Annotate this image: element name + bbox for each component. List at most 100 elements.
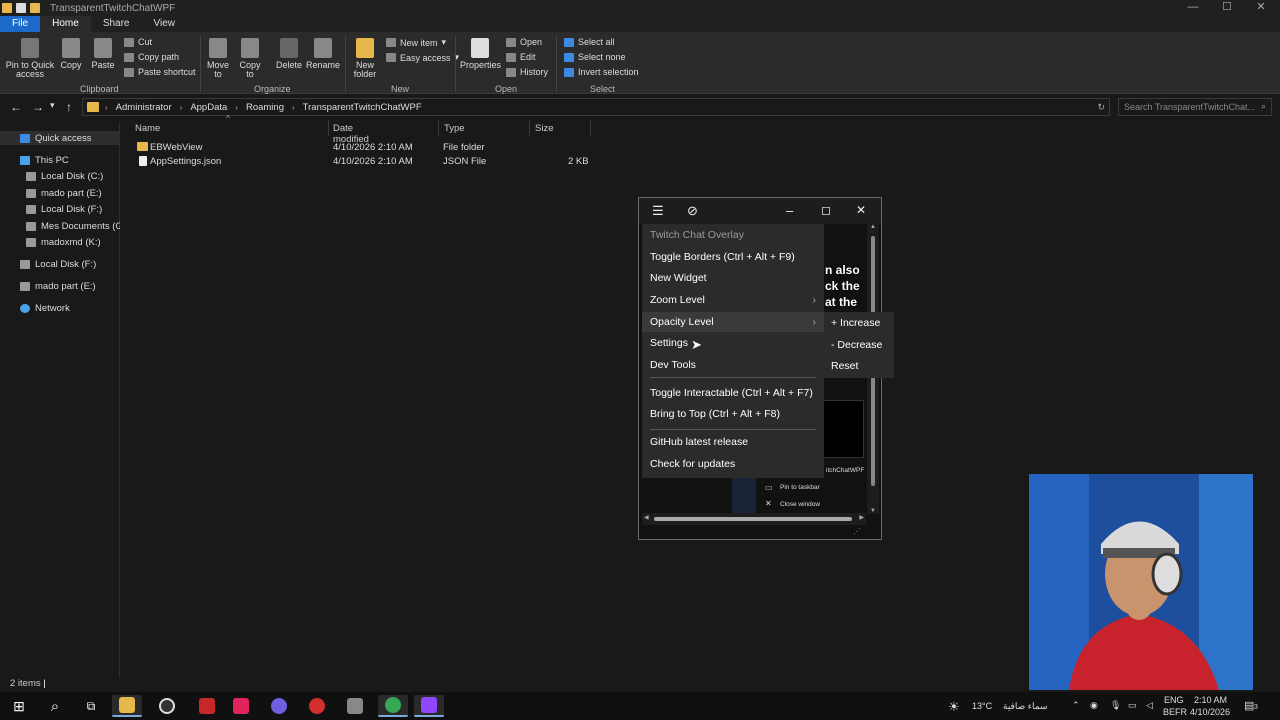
scroll-right-icon[interactable]: ▶ — [859, 514, 864, 521]
menu-item-bring-to-top[interactable]: Bring to Top (Ctrl + Alt + F8) — [642, 404, 824, 424]
column-header-name[interactable]: Name — [135, 123, 160, 134]
submenu-item-reset[interactable]: Reset — [824, 356, 894, 376]
tab-file[interactable]: File — [0, 16, 41, 32]
menu-item-zoom-level[interactable]: Zoom Level › — [642, 290, 824, 310]
weather-temp[interactable]: 13°C — [972, 701, 992, 711]
cut-button[interactable]: Cut — [124, 37, 152, 47]
weather-text[interactable]: سماء صافية — [1003, 701, 1047, 712]
tab-share[interactable]: Share — [91, 16, 142, 32]
resize-grip-icon[interactable]: ⋰ — [853, 527, 861, 536]
taskbar-app-5[interactable] — [302, 695, 332, 717]
breadcrumb-item[interactable]: Roaming — [246, 102, 284, 113]
copy-button[interactable]: Copy — [58, 38, 84, 70]
table-row[interactable]: EBWebView 4/10/2026 2:10 AM File folder — [134, 141, 594, 155]
sidebar-item-disk-c[interactable]: Local Disk (C:) — [26, 171, 103, 182]
sidebar-item-this-pc[interactable]: This PC — [20, 155, 69, 166]
properties-icon[interactable] — [16, 3, 26, 13]
close-icon[interactable]: ✕ — [856, 203, 866, 217]
recent-locations-icon[interactable]: ▾ — [50, 100, 55, 111]
column-header-type[interactable]: Type — [444, 123, 465, 134]
close-button[interactable]: ✕ — [1244, 0, 1278, 16]
clock-date[interactable]: 4/10/2026 — [1190, 707, 1230, 717]
minimize-icon[interactable]: – — [786, 203, 793, 218]
easy-access-button[interactable]: Easy access ▾ — [386, 52, 459, 63]
menu-item-dev-tools[interactable]: Dev Tools — [642, 355, 824, 375]
sidebar-item-quick-access[interactable]: Quick access — [0, 131, 120, 145]
volume-icon[interactable]: ◁ — [1146, 700, 1153, 711]
new-item-button[interactable]: New item ▾ — [386, 37, 446, 48]
horizontal-scrollbar[interactable]: ◀ ▶ — [642, 513, 866, 525]
scroll-thumb[interactable] — [654, 517, 852, 521]
properties-button[interactable]: Properties — [460, 38, 501, 70]
language-indicator[interactable]: ENG — [1164, 695, 1184, 705]
sidebar-item-disk-e[interactable]: mado part (E:) — [26, 188, 102, 199]
edit-button[interactable]: Edit — [506, 52, 536, 62]
minimize-button[interactable]: — — [1176, 0, 1210, 16]
weather-icon[interactable]: ☀ — [948, 699, 960, 715]
scroll-up-icon[interactable]: ▲ — [870, 224, 876, 230]
pin-to-taskbar-item[interactable]: Pin to taskbar — [780, 484, 820, 491]
notification-icon[interactable]: ▤ — [1244, 699, 1254, 712]
taskbar-chrome[interactable] — [378, 695, 408, 717]
clock-time[interactable]: 2:10 AM — [1194, 695, 1227, 705]
maximize-icon[interactable]: ◻ — [821, 203, 831, 217]
table-row[interactable]: AppSettings.json 4/10/2026 2:10 AM JSON … — [134, 155, 594, 169]
new-folder-icon[interactable] — [30, 3, 40, 13]
breadcrumb-item[interactable]: TransparentTwitchChatWPF — [303, 102, 422, 113]
scroll-down-icon[interactable]: ▼ — [870, 508, 876, 514]
tray-app-icon[interactable]: ◉ — [1090, 700, 1098, 711]
open-button[interactable]: Open — [506, 37, 542, 47]
taskbar-app-2[interactable] — [192, 695, 222, 717]
taskbar-app-6[interactable] — [340, 695, 370, 717]
tray-expand-icon[interactable]: ⌃ — [1072, 700, 1080, 711]
taskbar-app-1[interactable] — [152, 695, 182, 717]
invert-selection-button[interactable]: Invert selection — [564, 67, 639, 77]
network-icon[interactable]: ▭ — [1128, 700, 1137, 711]
menu-item-opacity-level[interactable]: Opacity Level › — [642, 312, 824, 332]
history-button[interactable]: History — [506, 67, 548, 77]
select-none-button[interactable]: Select none — [564, 52, 626, 62]
sidebar-item-disk-g[interactable]: Mes Documents (G: — [26, 221, 120, 232]
close-window-item[interactable]: Close window — [780, 501, 820, 508]
new-folder-button[interactable]: New folder — [350, 38, 380, 79]
sidebar-item-disk-k[interactable]: madoxmd (K:) — [26, 237, 101, 248]
task-view-button[interactable]: ⧉ — [76, 695, 106, 717]
forward-arrow-icon[interactable]: → — [32, 100, 44, 114]
menu-item-github-release[interactable]: GitHub latest release — [642, 432, 824, 452]
breadcrumb[interactable]: › Administrator › AppData › Roaming › Trans… — [82, 98, 1110, 116]
menu-item-settings[interactable]: Settings — [642, 333, 824, 353]
rename-button[interactable]: Rename — [306, 38, 340, 70]
keyboard-layout[interactable]: BEFR — [1163, 707, 1187, 717]
scroll-left-icon[interactable]: ◀ — [644, 514, 649, 521]
taskbar-app-4[interactable] — [264, 695, 294, 717]
breadcrumb-item[interactable]: Administrator — [116, 102, 172, 113]
microphone-icon[interactable]: 🎙 — [1110, 700, 1121, 711]
maximize-button[interactable]: ☐ — [1210, 0, 1244, 16]
delete-button[interactable]: Delete — [274, 38, 304, 70]
menu-item-toggle-borders[interactable]: Toggle Borders (Ctrl + Alt + F9) — [642, 247, 824, 267]
tab-view[interactable]: View — [142, 16, 188, 32]
breadcrumb-item[interactable]: AppData — [190, 102, 227, 113]
menu-item-toggle-interactable[interactable]: Toggle Interactable (Ctrl + Alt + F7) — [642, 383, 824, 403]
column-header-size[interactable]: Size — [535, 123, 553, 134]
tab-home[interactable]: Home — [40, 16, 91, 32]
search-input[interactable]: Search TransparentTwitchChat... ⌕ — [1118, 98, 1272, 116]
menu-item-check-updates[interactable]: Check for updates — [642, 454, 824, 474]
hide-overlay-icon[interactable]: ⊘ — [687, 203, 698, 219]
sidebar-item-disk-e-2[interactable]: mado part (E:) — [20, 281, 96, 292]
select-all-button[interactable]: Select all — [564, 37, 615, 47]
back-arrow-icon[interactable]: ← — [10, 100, 22, 114]
search-button[interactable]: ⌕ — [40, 695, 70, 717]
sidebar-item-disk-f-2[interactable]: Local Disk (F:) — [20, 259, 96, 270]
pin-quick-access-button[interactable]: Pin to Quick access — [4, 38, 56, 79]
copy-to-button[interactable]: Copy to — [237, 38, 263, 79]
taskbar-app-3[interactable] — [226, 695, 256, 717]
sidebar-item-network[interactable]: Network — [20, 303, 70, 314]
taskbar-file-explorer[interactable] — [112, 695, 142, 717]
sidebar-item-disk-f[interactable]: Local Disk (F:) — [26, 204, 102, 215]
submenu-item-increase[interactable]: + Increase — [824, 313, 894, 333]
copy-path-button[interactable]: Copy path — [124, 52, 179, 62]
refresh-icon[interactable]: ↻ — [1097, 102, 1105, 113]
submenu-item-decrease[interactable]: - Decrease — [824, 335, 894, 355]
up-arrow-icon[interactable]: ↑ — [66, 100, 72, 114]
